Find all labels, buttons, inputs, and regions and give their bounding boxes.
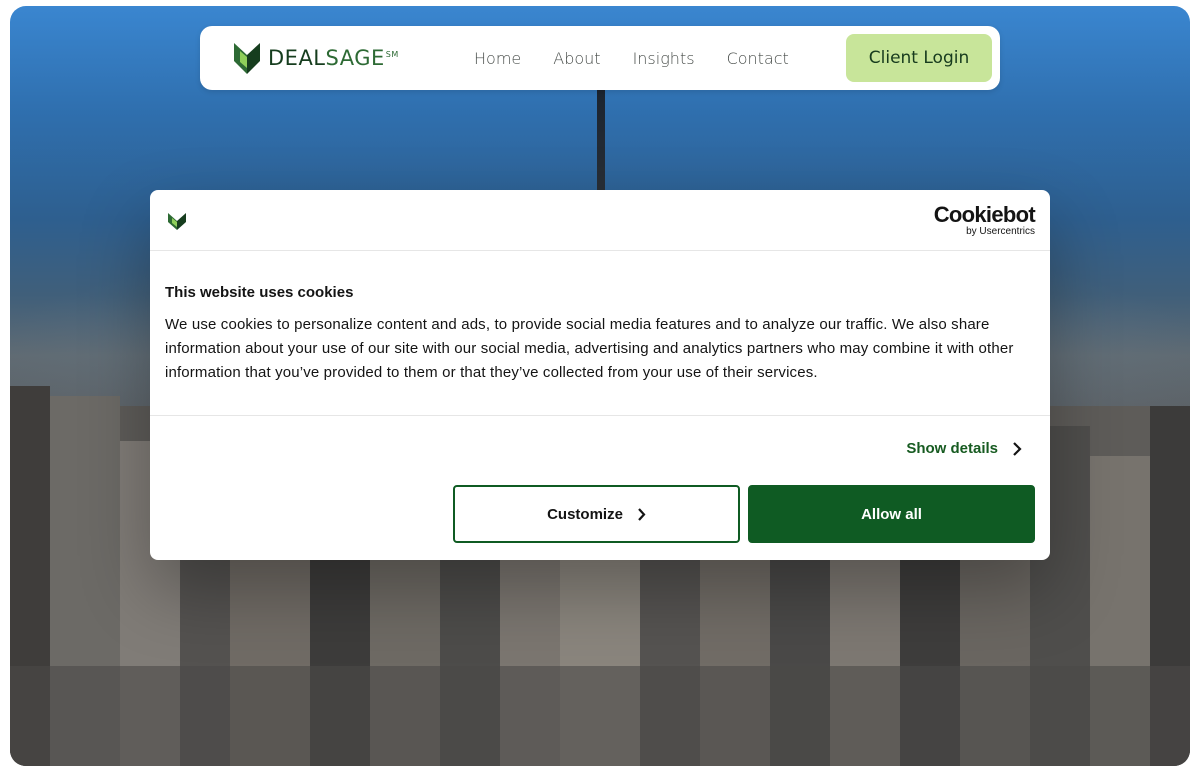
service-mark: SM [385,50,399,59]
cookiebot-logo[interactable]: Cookiebot by Usercentrics [931,202,1036,238]
leaf-chevron-logo-icon [234,43,260,74]
nav-link-home[interactable]: Home [474,49,521,68]
show-details-label: Show details [906,440,998,457]
allow-all-button[interactable]: Allow all [748,485,1035,543]
site-logo-icon [168,213,186,230]
brand-name: DEALSAGESM [268,46,399,70]
building-antenna [597,70,605,200]
cookiebot-wordmark: Cookiebot [933,202,1036,227]
customize-label: Customize [547,505,623,523]
cookie-dialog-text: We use cookies to personalize content an… [165,316,1014,381]
cookie-consent-dialog: Cookiebot by Usercentrics This website u… [150,190,1050,560]
cookie-dialog-body: This website uses cookies We use cookies… [150,251,1050,416]
cookie-dialog-title: This website uses cookies [165,284,354,301]
customize-button[interactable]: Customize [453,485,740,543]
chevron-right-icon [638,507,646,521]
nav-link-contact[interactable]: Contact [727,49,789,68]
cookie-dialog-header: Cookiebot by Usercentrics [150,190,1050,251]
cookiebot-subtitle: by Usercentrics [966,226,1035,237]
nav-links: Home About Insights Contact [474,26,789,90]
client-login-button[interactable]: Client Login [846,34,992,82]
chevron-right-icon [1013,441,1022,456]
top-navbar: DEALSAGESM Home About Insights Contact C… [200,26,1000,90]
nav-link-about[interactable]: About [553,49,600,68]
brand-logo[interactable]: DEALSAGESM [232,40,399,76]
show-details-link[interactable]: Show details [906,440,1022,457]
nav-link-insights[interactable]: Insights [633,49,695,68]
